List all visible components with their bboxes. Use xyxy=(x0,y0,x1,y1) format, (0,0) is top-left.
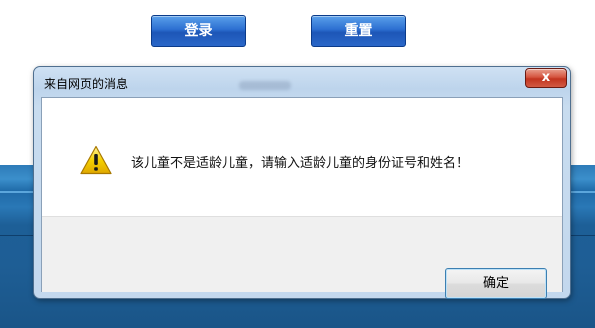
close-button[interactable]: x xyxy=(525,68,567,88)
dialog-title: 来自网页的消息 xyxy=(44,77,129,91)
blurred-background-text xyxy=(239,81,291,90)
warning-icon xyxy=(80,145,112,175)
dialog-content: 该儿童不是适龄儿童，请输入适龄儿童的身份证号和姓名！ 确定 xyxy=(41,97,563,299)
ok-button[interactable]: 确定 xyxy=(445,268,547,299)
dialog-message: 该儿童不是适龄儿童，请输入适龄儿童的身份证号和姓名！ xyxy=(131,156,470,171)
message-area: 该儿童不是适龄儿童，请输入适龄儿童的身份证号和姓名！ xyxy=(42,98,562,216)
message-dialog: 来自网页的消息 x 该儿童不是适龄儿童，请输入适龄儿童的身份证号和姓名！ 确定 xyxy=(33,66,571,299)
reset-button[interactable]: 重置 xyxy=(311,15,406,47)
dialog-footer: 确定 xyxy=(42,216,562,299)
login-button[interactable]: 登录 xyxy=(151,15,246,47)
